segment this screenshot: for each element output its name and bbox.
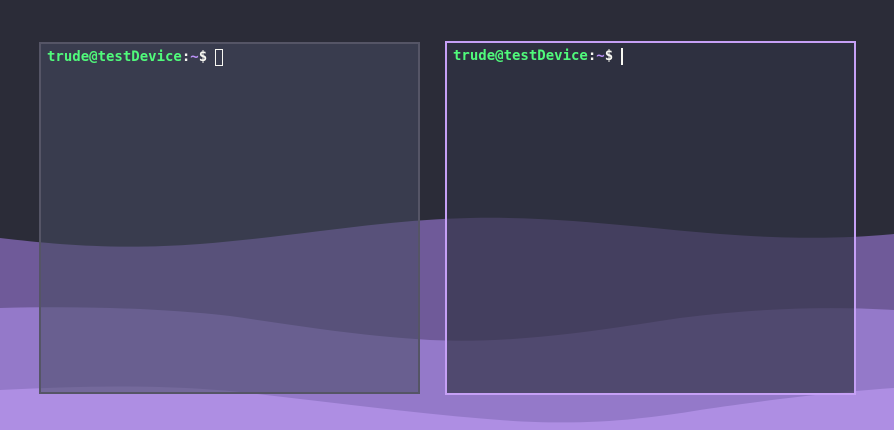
terminal-window-right[interactable]: trude@testDevice: ~ $ xyxy=(445,41,856,395)
prompt-symbol: $ xyxy=(198,49,208,65)
prompt-separator: : xyxy=(181,49,191,65)
block-cursor xyxy=(215,48,224,66)
prompt-line: trude@testDevice: ~ $ xyxy=(453,47,848,65)
prompt-separator: : xyxy=(587,48,597,64)
prompt-symbol: $ xyxy=(604,48,614,64)
prompt-line: trude@testDevice: ~ $ xyxy=(47,48,412,66)
prompt-path: ~ xyxy=(190,49,199,65)
prompt-user-host: trude@testDevice xyxy=(47,49,182,65)
bar-cursor xyxy=(621,47,624,65)
terminal-window-left[interactable]: trude@testDevice: ~ $ xyxy=(39,42,420,394)
prompt-user-host: trude@testDevice xyxy=(453,48,588,64)
desktop: trude@testDevice: ~ $ trude@testDevice: ~ $ xyxy=(0,0,894,430)
prompt-path: ~ xyxy=(596,48,605,64)
